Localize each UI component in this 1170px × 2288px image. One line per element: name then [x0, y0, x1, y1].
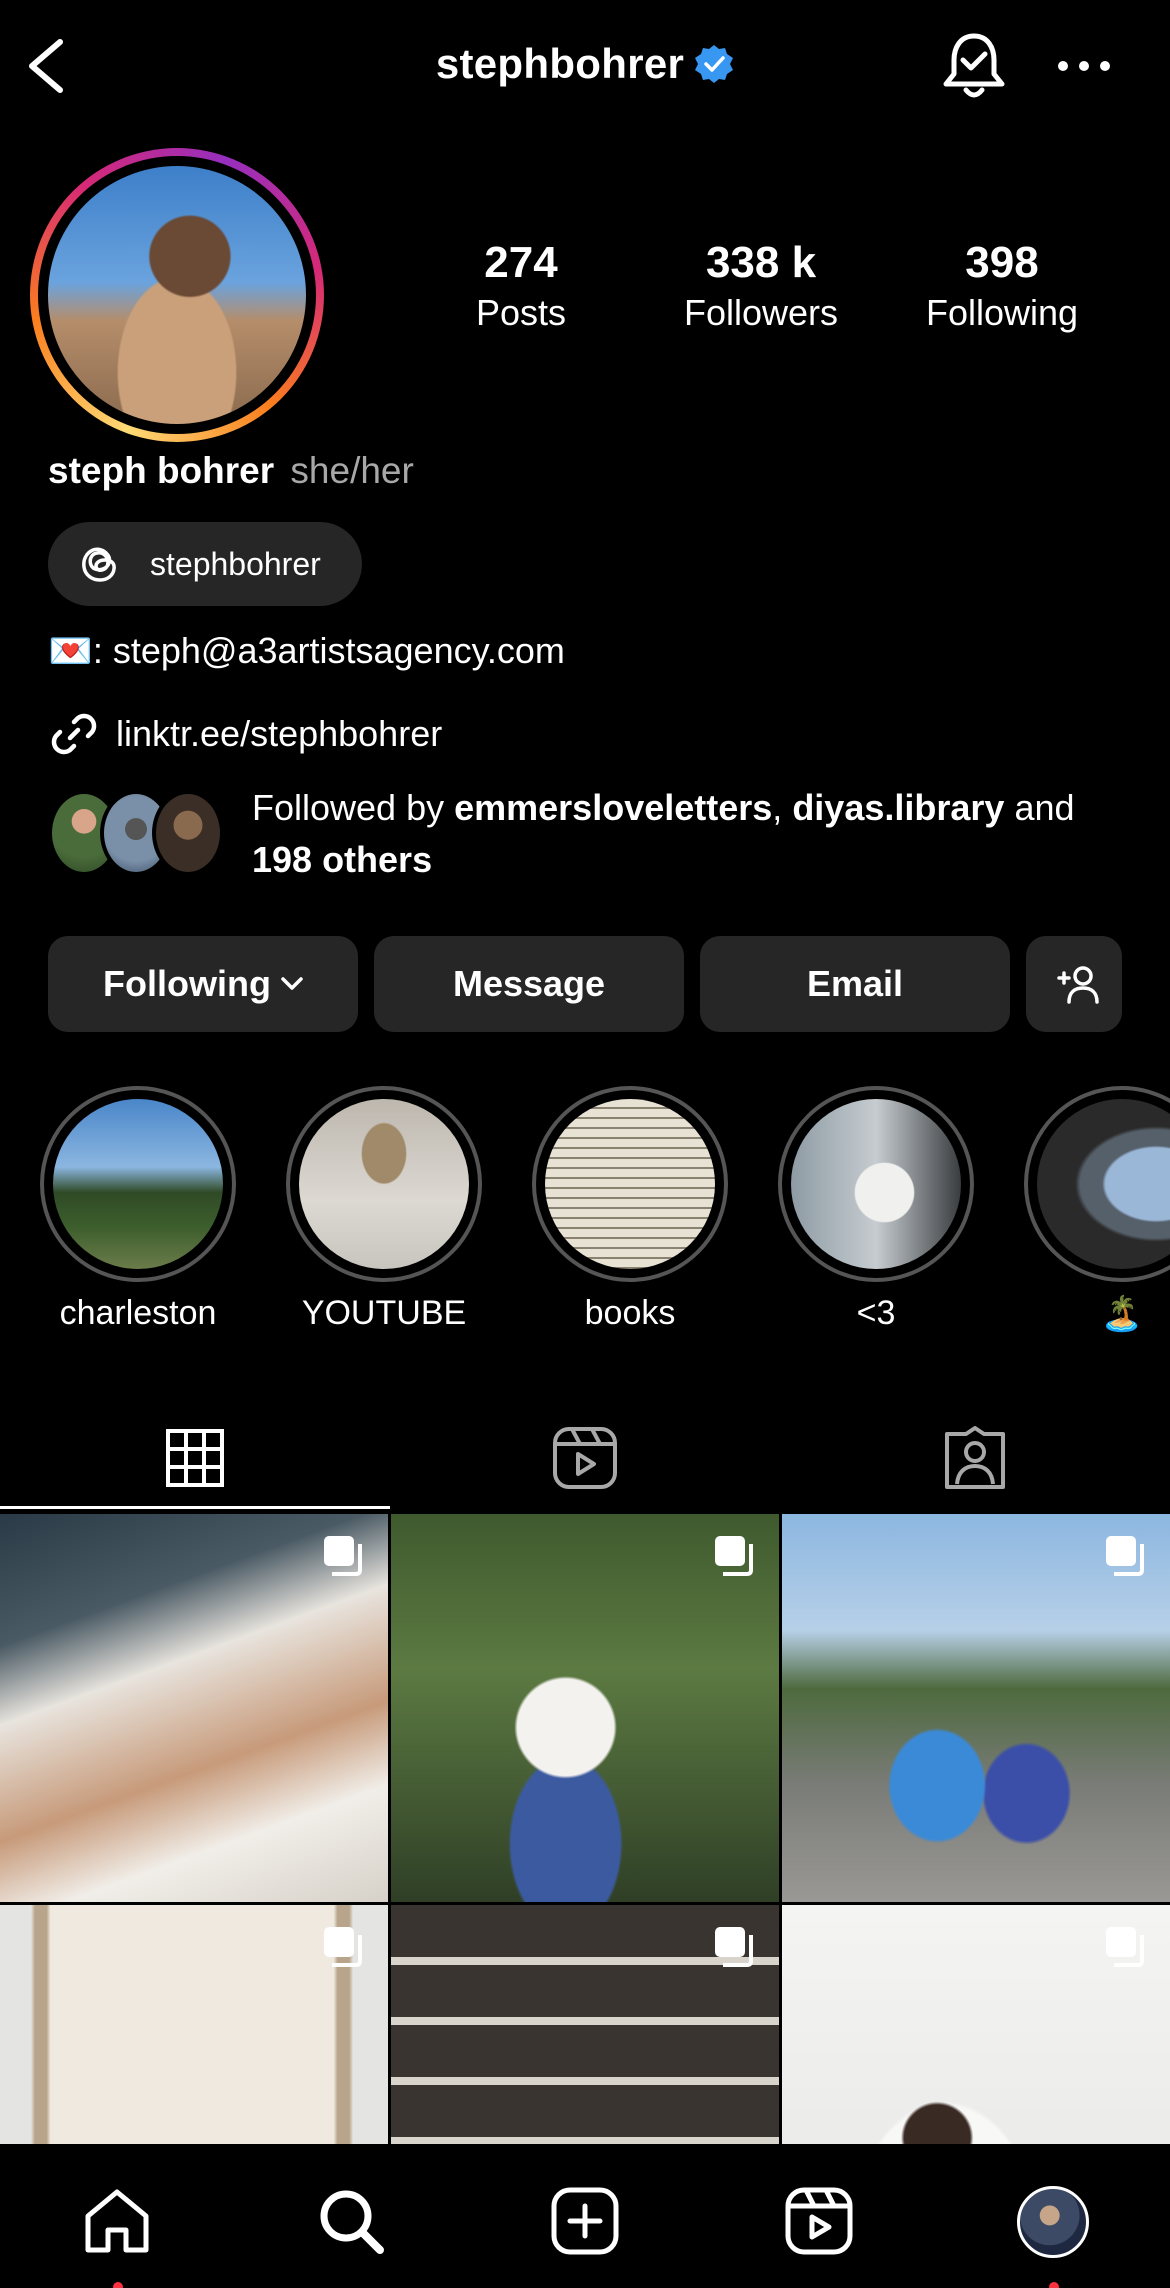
- stat-value: 338 k: [705, 238, 817, 287]
- followed-user: diyas.library: [792, 787, 1005, 828]
- home-icon: [85, 2189, 149, 2253]
- followed-user: emmersloveletters: [454, 787, 773, 828]
- nav-search[interactable]: [311, 2186, 391, 2266]
- profile-avatar-small: [1017, 2186, 1089, 2258]
- followers-count[interactable]: 338 k Followers: [651, 238, 871, 334]
- reels-icon: [785, 2187, 853, 2255]
- multiple-photos-icon: [324, 1536, 362, 1576]
- nav-reels[interactable]: [779, 2186, 859, 2266]
- highlight-cover: [545, 1099, 715, 1269]
- highlight-charleston[interactable]: charleston: [40, 1086, 236, 1333]
- highlight-ring: [1024, 1086, 1170, 1282]
- followed-by[interactable]: Followed by emmersloveletters, diyas.lib…: [48, 782, 1122, 886]
- post-thumbnail[interactable]: [391, 1514, 779, 1902]
- chevron-down-icon: [281, 977, 303, 990]
- notification-dot: [1049, 2282, 1059, 2288]
- multiple-photos-icon: [1106, 1927, 1144, 1967]
- notification-dot: [113, 2282, 123, 2288]
- stat-label: Following: [925, 292, 1079, 333]
- highlight-label: books: [584, 1294, 676, 1332]
- following-count[interactable]: 398 Following: [892, 238, 1112, 334]
- pronouns: she/her: [290, 450, 414, 491]
- email-button-label: Email: [806, 963, 904, 1004]
- bio-email: 💌: steph@a3artistsagency.com: [48, 630, 565, 672]
- highlight-books[interactable]: books: [532, 1086, 728, 1333]
- followed-by-text: Followed by emmersloveletters, diyas.lib…: [252, 782, 1122, 886]
- plus-square-icon: [551, 2187, 619, 2255]
- grid-icon: [166, 1429, 224, 1487]
- following-button-label: Following: [103, 963, 271, 1004]
- add-person-icon: [1057, 966, 1099, 1004]
- stat-label: Followers: [683, 292, 839, 333]
- more-horizontal-icon: [1058, 61, 1110, 71]
- highlight-label: <3: [856, 1294, 896, 1332]
- highlight-ring: [40, 1086, 236, 1282]
- mutual-avatar: [152, 790, 224, 876]
- bell-check-icon: [943, 33, 1005, 98]
- profile-name: steph bohrer she/her: [48, 450, 414, 492]
- active-tab-indicator: [0, 1506, 390, 1509]
- multiple-photos-icon: [324, 1927, 362, 1967]
- message-button-label: Message: [452, 963, 606, 1004]
- multiple-photos-icon: [1106, 1536, 1144, 1576]
- threads-badge-button[interactable]: stephbohrer: [48, 522, 362, 606]
- tab-reels[interactable]: [390, 1410, 780, 1506]
- stat-value: 274: [484, 238, 558, 287]
- stat-label: Posts: [475, 292, 567, 333]
- highlight-ring: [532, 1086, 728, 1282]
- search-icon: [320, 2190, 384, 2254]
- highlight-label: YOUTUBE: [301, 1294, 467, 1332]
- multiple-photos-icon: [715, 1536, 753, 1576]
- following-button[interactable]: Following: [48, 936, 358, 1032]
- post-thumbnail[interactable]: [782, 1514, 1170, 1902]
- bottom-nav: [0, 2144, 1170, 2288]
- nav-home[interactable]: [77, 2186, 157, 2288]
- followed-sep: ,: [772, 787, 793, 828]
- followed-and: and: [1004, 787, 1075, 828]
- tagged-person-icon: [945, 1426, 1005, 1489]
- highlight-youtube[interactable]: YOUTUBE: [286, 1086, 482, 1333]
- highlight-ring: [778, 1086, 974, 1282]
- highlight-cover: [299, 1099, 469, 1269]
- highlight-heart[interactable]: <3: [778, 1086, 974, 1333]
- nav-create[interactable]: [545, 2186, 625, 2266]
- profile-avatar[interactable]: [48, 166, 306, 424]
- tab-tagged[interactable]: [780, 1410, 1170, 1506]
- highlight-label: charleston: [59, 1294, 217, 1332]
- threads-icon: [82, 547, 116, 582]
- link-text: linktr.ee/stephbohrer: [116, 713, 443, 754]
- verified-badge-icon: [694, 44, 734, 84]
- nav-profile[interactable]: [1013, 2186, 1093, 2288]
- highlight-island[interactable]: 🏝️: [1024, 1086, 1170, 1334]
- reels-icon: [553, 1427, 617, 1489]
- more-options-button[interactable]: [1055, 56, 1113, 76]
- tab-posts-grid[interactable]: [0, 1410, 390, 1506]
- highlight-cover: [1037, 1099, 1170, 1269]
- link-icon: [51, 713, 97, 755]
- followed-others: 198 others: [252, 839, 433, 880]
- highlight-cover: [53, 1099, 223, 1269]
- mutual-avatars: [48, 790, 224, 876]
- display-name: steph bohrer: [48, 450, 275, 491]
- multiple-photos-icon: [715, 1927, 753, 1967]
- message-button[interactable]: Message: [374, 936, 684, 1032]
- email-button[interactable]: Email: [700, 936, 1010, 1032]
- stat-value: 398: [965, 238, 1039, 287]
- bio-email-text: : steph@a3artistsagency.com: [92, 630, 565, 671]
- threads-handle: stephbohrer: [150, 545, 321, 582]
- highlight-ring: [286, 1086, 482, 1282]
- posts-count[interactable]: 274 Posts: [411, 238, 631, 334]
- highlight-cover: [791, 1099, 961, 1269]
- love-letter-emoji: 💌: [48, 630, 93, 671]
- followed-prefix: Followed by: [252, 787, 455, 828]
- bio-link[interactable]: linktr.ee/stephbohrer: [48, 708, 442, 760]
- post-thumbnail[interactable]: [0, 1514, 388, 1902]
- suggested-users-button[interactable]: [1026, 936, 1122, 1032]
- username: stephbohrer: [435, 40, 685, 87]
- notifications-bell-button[interactable]: [940, 30, 1008, 102]
- highlight-label: 🏝️: [1100, 1295, 1144, 1333]
